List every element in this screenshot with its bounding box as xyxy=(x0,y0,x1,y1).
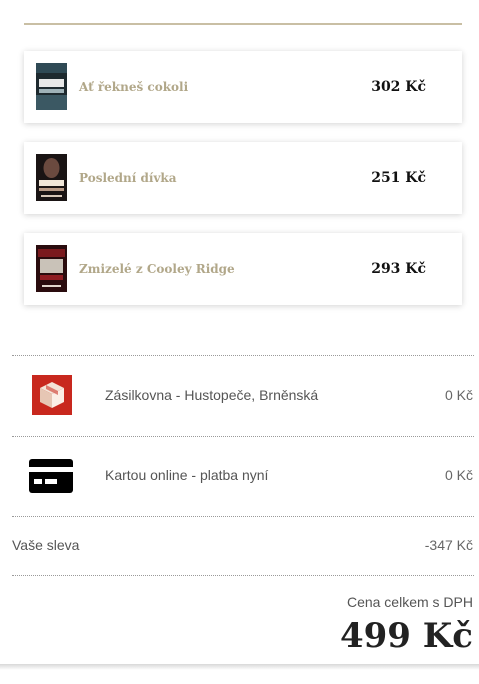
payment-label: Kartou online - platba nyní xyxy=(105,467,269,483)
total-price: 499 Kč xyxy=(339,616,473,656)
item-price: 293 Kč xyxy=(371,261,426,277)
item-title[interactable]: Poslední dívka xyxy=(79,142,177,214)
shipping-price: 0 Kč xyxy=(444,387,473,403)
book-cover[interactable] xyxy=(36,154,67,201)
book-cover[interactable] xyxy=(36,245,67,292)
item-price: 251 Kč xyxy=(371,170,426,186)
total-label: Cena celkem s DPH xyxy=(346,594,473,610)
discount-label: Vaše sleva xyxy=(12,537,80,553)
divider xyxy=(12,516,474,517)
discount-value: -347 Kč xyxy=(424,537,473,553)
cart-item: Poslední dívka 251 Kč xyxy=(24,142,462,214)
book-cover[interactable] xyxy=(36,63,67,110)
credit-card-icon xyxy=(28,458,74,499)
payment-price: 0 Kč xyxy=(444,467,473,483)
top-divider xyxy=(24,23,462,25)
item-price: 302 Kč xyxy=(371,79,426,95)
item-title[interactable]: Ať řekneš cokoli xyxy=(79,51,188,123)
divider xyxy=(12,575,474,576)
divider xyxy=(12,355,474,356)
item-title[interactable]: Zmizelé z Cooley Ridge xyxy=(79,233,235,305)
divider xyxy=(12,436,474,437)
shipping-label: Zásilkovna - Hustopeče, Brněnská xyxy=(105,387,319,403)
panel-bottom-shadow xyxy=(0,664,479,670)
cart-item: Ať řekneš cokoli 302 Kč xyxy=(24,51,462,123)
cart-item: Zmizelé z Cooley Ridge 293 Kč xyxy=(24,233,462,305)
package-icon xyxy=(32,375,72,420)
